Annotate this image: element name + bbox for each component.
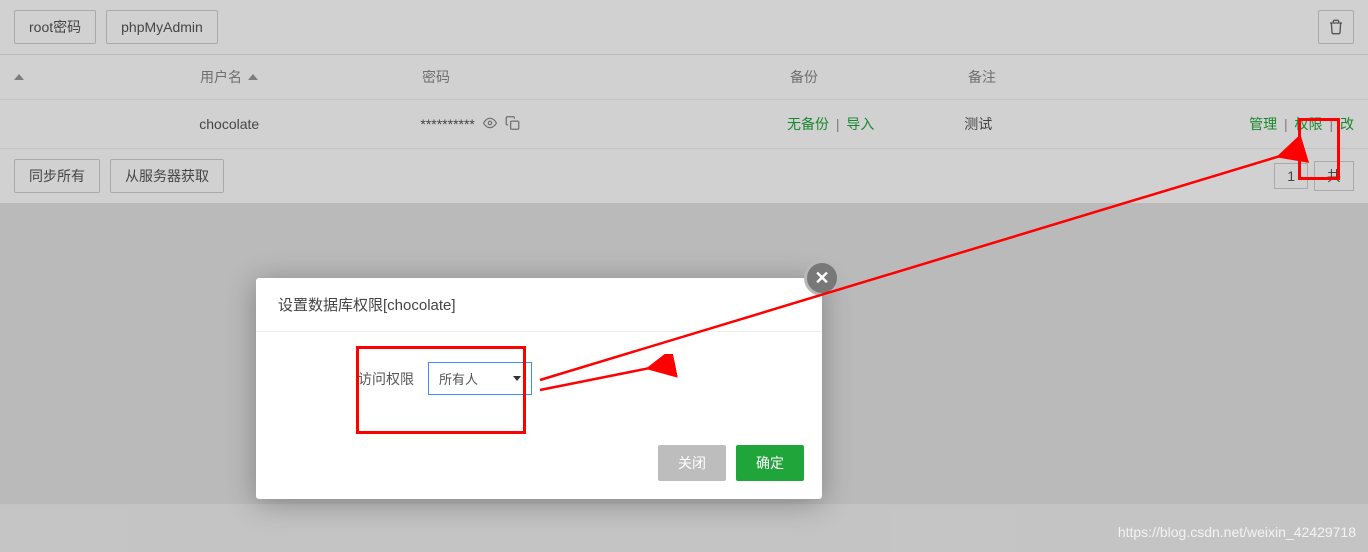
- close-button[interactable]: 关闭: [658, 445, 726, 481]
- access-permission-label: 访问权限: [358, 369, 414, 389]
- modal-close-button[interactable]: ✕: [804, 260, 840, 296]
- chevron-down-icon: [513, 376, 521, 381]
- select-value: 所有人: [439, 369, 478, 388]
- permission-modal: ✕ 设置数据库权限[chocolate] 访问权限 所有人 关闭 确定: [256, 278, 822, 499]
- confirm-button[interactable]: 确定: [736, 445, 804, 481]
- close-icon: ✕: [814, 268, 829, 289]
- access-permission-select[interactable]: 所有人: [428, 362, 532, 395]
- watermark-text: https://blog.csdn.net/weixin_42429718: [1118, 524, 1356, 540]
- modal-title: 设置数据库权限[chocolate]: [256, 278, 822, 332]
